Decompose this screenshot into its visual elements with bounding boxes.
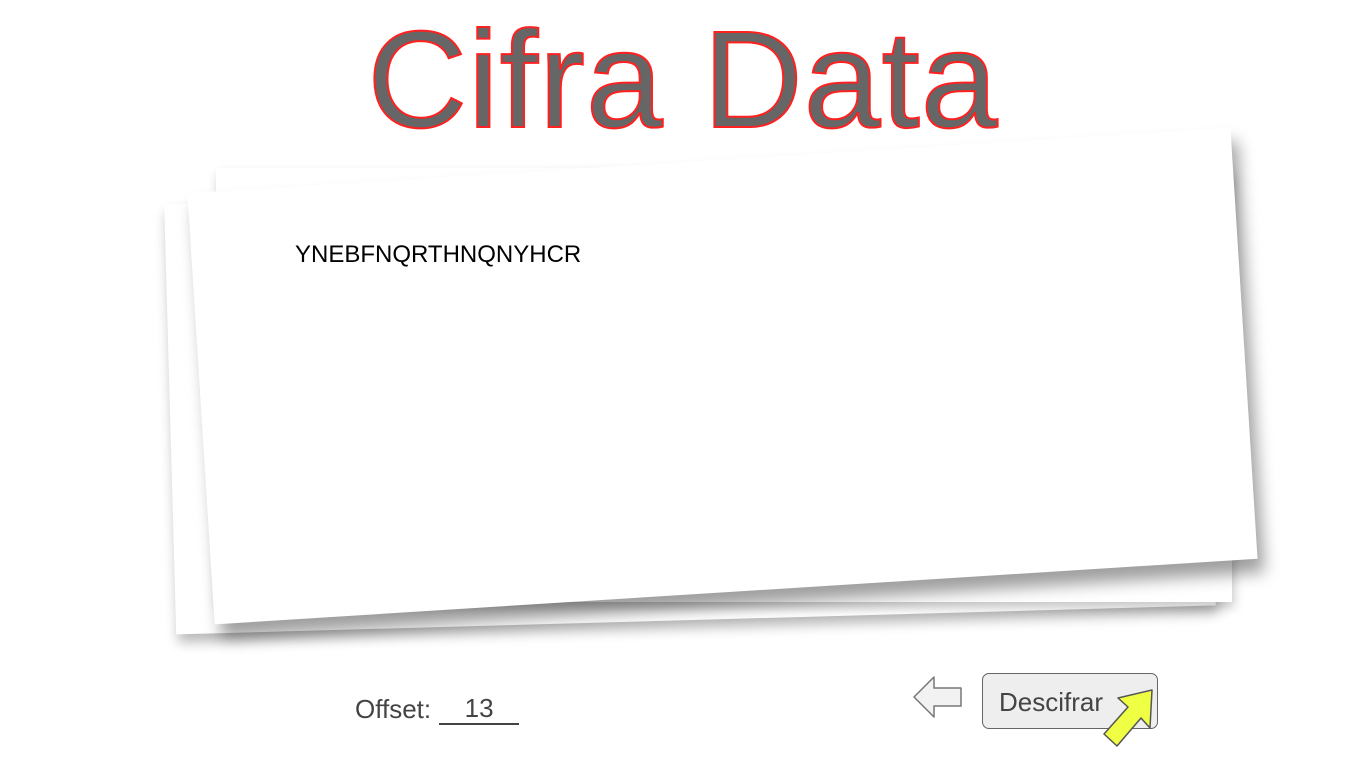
left-arrow-icon xyxy=(913,676,962,718)
cipher-text-area[interactable]: YNEBFNQRTHNQNYHCR xyxy=(295,240,1175,540)
offset-control: Offset: xyxy=(355,692,520,726)
app-window: Cifra Data YNEBFNQRTHNQNYHCR Offset: Des… xyxy=(0,0,1366,768)
decrypt-button[interactable]: Descifrar xyxy=(982,673,1158,729)
offset-label: Offset: xyxy=(355,693,432,724)
offset-input[interactable] xyxy=(439,693,520,725)
back-button[interactable] xyxy=(912,674,964,720)
